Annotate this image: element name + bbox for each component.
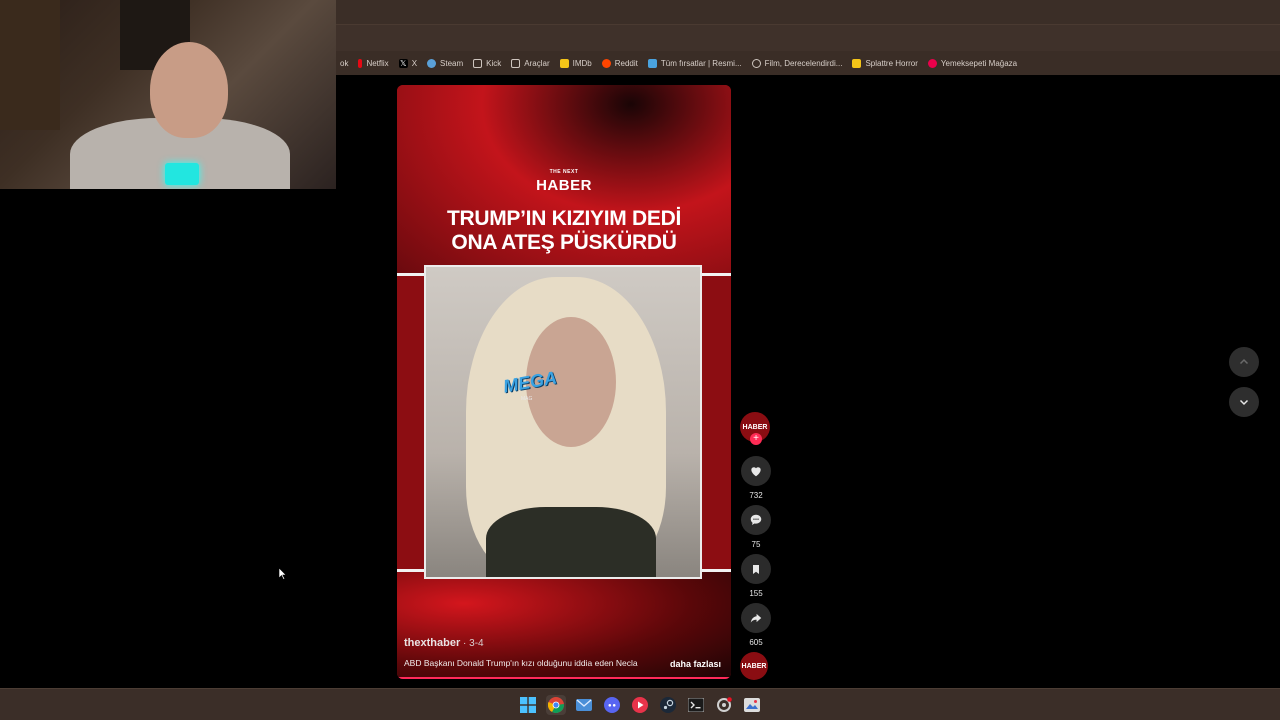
share-count: 605 (749, 638, 763, 647)
streamer-head (150, 42, 228, 138)
envelope-icon (576, 699, 592, 711)
netflix-icon (358, 58, 363, 68)
steam-icon[interactable] (658, 695, 678, 715)
sound-avatar-label: HABER (741, 662, 767, 670)
webcam-overlay (0, 0, 336, 189)
bookmark-splattre[interactable]: Splattre Horror (852, 58, 918, 68)
save-button[interactable] (741, 554, 771, 584)
imdb-icon (852, 58, 862, 68)
bookmark-label: IMDb (572, 58, 592, 68)
video-caption: ABD Başkanı Donald Trump'ın kızı olduğun… (404, 658, 638, 668)
bookmark-x[interactable]: 𝕏X (398, 58, 418, 68)
bookmark-label: Reddit (614, 58, 638, 68)
console-icon (688, 698, 704, 712)
comment-button[interactable] (741, 505, 771, 535)
background-shelf (0, 0, 60, 130)
next-video-button[interactable] (1229, 387, 1259, 417)
sound-avatar[interactable]: HABER (740, 652, 768, 680)
bookmark-label: Yemeksepeti Mağaza (940, 58, 1018, 68)
bookmark-icon (753, 564, 759, 574)
imdb-icon (559, 58, 569, 68)
store-icon (647, 58, 657, 68)
phone-screen (165, 163, 199, 185)
steam-logo-icon (660, 697, 676, 713)
like-count: 732 (749, 491, 763, 500)
bookmark-label: Tüm fırsatlar | Resmi... (660, 58, 742, 68)
author-username[interactable]: thexthaber (404, 637, 460, 649)
discord-icon[interactable] (602, 695, 622, 715)
globe-icon (751, 58, 761, 68)
bookmark-item[interactable]: ok (336, 59, 348, 68)
x-logo-icon: 𝕏 (398, 58, 408, 68)
save-count: 155 (749, 589, 763, 598)
bookmark-store[interactable]: Tüm fırsatlar | Resmi... (647, 58, 742, 68)
bookmark-film[interactable]: Film, Derecelendirdi... (751, 58, 843, 68)
post-date: · 3-4 (460, 638, 484, 649)
bookmark-reddit[interactable]: Reddit (601, 58, 638, 68)
chevron-down-icon (1239, 399, 1249, 406)
bookmark-label: ok (340, 58, 349, 68)
bookmark-araclar[interactable]: Araçlar (511, 58, 550, 68)
image-editor-icon[interactable] (742, 695, 762, 715)
bookmark-yemeksepeti[interactable]: Yemeksepeti Mağaza (927, 58, 1018, 68)
subject-shirt (486, 507, 656, 577)
bookmark-label: Kick (486, 58, 502, 68)
folder-icon (473, 58, 483, 68)
bookmark-kick[interactable]: Kick (473, 58, 502, 68)
chrome-logo-icon (548, 697, 564, 713)
screen: ok Netflix 𝕏X Steam Kick Araçlar IMDb Re… (0, 0, 1280, 720)
bookmark-imdb[interactable]: IMDb (559, 58, 592, 68)
terminal-icon[interactable] (686, 695, 706, 715)
windows-logo-icon (520, 697, 536, 713)
chevron-up-icon (1239, 358, 1249, 365)
mail-icon[interactable] (574, 695, 594, 715)
brand-logo: HABER (536, 177, 592, 194)
bookmark-label: Steam (440, 58, 464, 68)
gear-icon (717, 697, 732, 712)
headline-line-2: ONA ATEŞ PÜSKÜRDÜ (451, 231, 677, 254)
chrome-icon[interactable] (546, 695, 566, 715)
video-headline: TRUMP’IN KIZIYIM DEDİ ONA ATEŞ PÜSKÜRDÜ (397, 207, 731, 255)
bookmark-label: Splattre Horror (865, 58, 918, 68)
bookmark-netflix[interactable]: Netflix (358, 58, 389, 68)
yemeksepeti-icon (927, 58, 937, 68)
steam-icon (427, 58, 437, 68)
avatar-label: HABER (742, 423, 768, 431)
like-button[interactable] (741, 456, 771, 486)
video-author[interactable]: thexthaber · 3-4 (404, 637, 484, 649)
heart-icon (751, 467, 761, 477)
video-progress-bar[interactable] (397, 677, 731, 679)
headline-line-1: TRUMP’IN KIZIYIM DEDİ (446, 207, 682, 230)
comment-icon (750, 514, 762, 525)
follow-button[interactable]: + (750, 433, 762, 445)
mouse-cursor-icon (279, 568, 287, 580)
video-player[interactable]: THE NEXT HABER TRUMP’IN KIZIYIM DEDİ ONA… (397, 85, 731, 679)
play-icon (632, 697, 648, 713)
taskbar (0, 688, 1280, 720)
comment-count: 75 (751, 540, 761, 549)
bookmark-label: Film, Derecelendirdi... (764, 58, 843, 68)
media-player-icon[interactable] (630, 695, 650, 715)
bookmark-label: Netflix (366, 58, 389, 68)
previous-video-button[interactable] (1229, 347, 1259, 377)
share-icon (750, 613, 762, 623)
brand-subtitle: THE NEXT (549, 169, 579, 175)
share-button[interactable] (741, 603, 771, 633)
settings-badge-icon[interactable] (714, 695, 734, 715)
picture-icon (744, 698, 760, 712)
bookmark-label: X (411, 58, 418, 68)
see-more-link[interactable]: daha fazlası (670, 659, 721, 669)
reddit-icon (601, 58, 611, 68)
discord-logo-icon (604, 697, 620, 713)
windows-start-icon[interactable] (518, 695, 538, 715)
bookmark-steam[interactable]: Steam (427, 58, 464, 68)
folder-icon (511, 58, 521, 68)
video-frame: MEGA MAG (424, 265, 702, 579)
bookmark-label: Araçlar (524, 58, 550, 68)
watermark-sub: MAG (521, 396, 533, 402)
